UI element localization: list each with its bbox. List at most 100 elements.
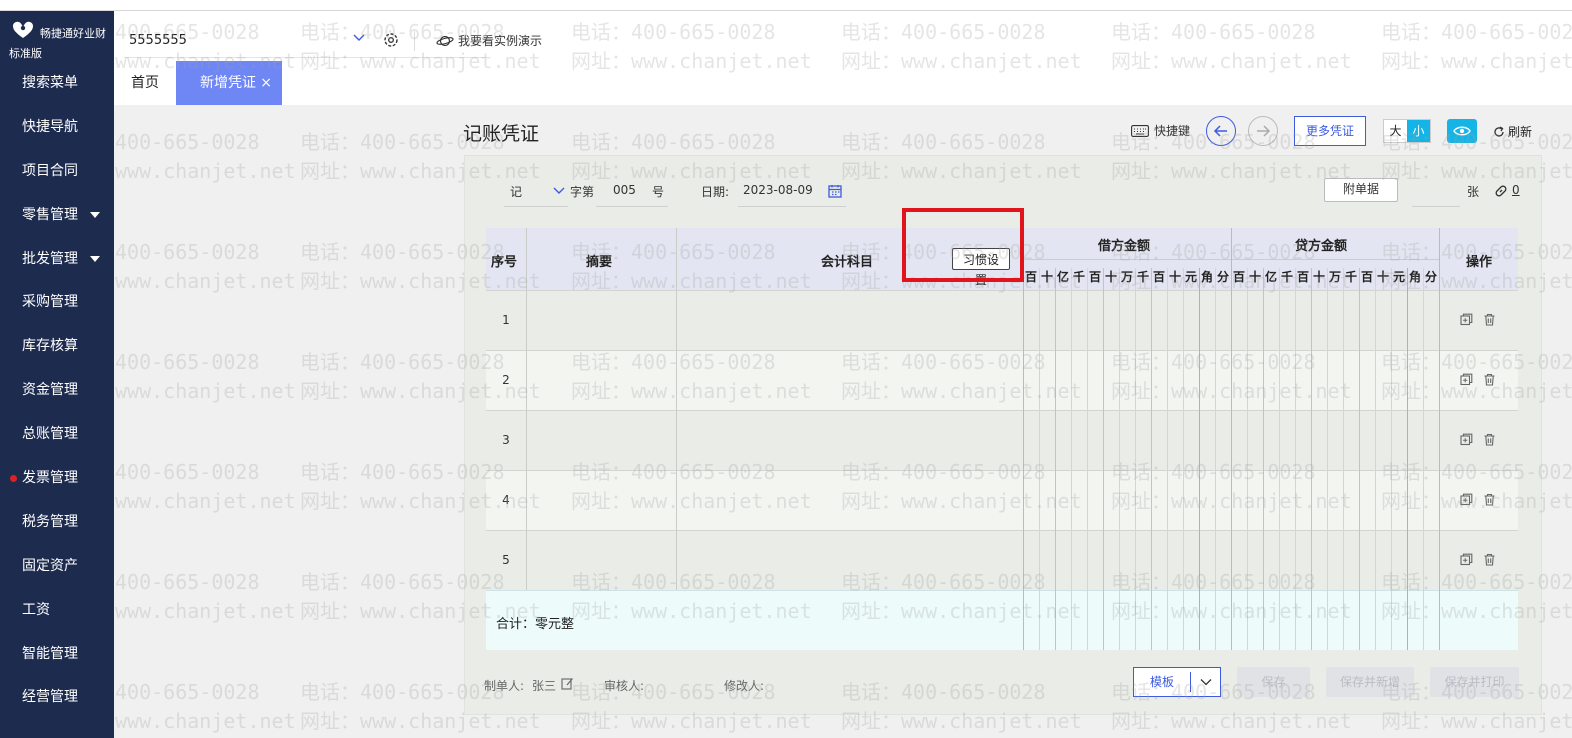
- demo-link[interactable]: 我要看实例演示: [436, 32, 542, 49]
- arrow-left-icon: [1213, 125, 1227, 137]
- row-actions: [1460, 373, 1496, 386]
- close-icon[interactable]: ×: [260, 61, 272, 105]
- table-row[interactable]: 2: [486, 350, 1518, 410]
- copy-icon[interactable]: [1460, 493, 1473, 506]
- sidebar-item[interactable]: 固定资产: [0, 544, 114, 588]
- demo-label: 我要看实例演示: [458, 34, 543, 48]
- attachment-button[interactable]: 附单据: [1324, 178, 1398, 202]
- planet-icon: [436, 35, 454, 46]
- digit-unit-label: 百: [1088, 270, 1101, 284]
- trash-icon[interactable]: [1483, 373, 1496, 386]
- save-and-print-button[interactable]: 保存并打印: [1430, 667, 1519, 697]
- account-name[interactable]: 5555555: [129, 33, 187, 48]
- link-icon[interactable]: [1494, 184, 1508, 198]
- sidebar-item[interactable]: 采购管理: [0, 280, 114, 324]
- sidebar-item[interactable]: 经营管理: [0, 675, 114, 719]
- chevron-down-icon[interactable]: [352, 30, 366, 44]
- voucher-table: 序号 摘要 会计科目 借方金额 贷方金额 操作 百十亿千百十万千百十元角分 百十…: [486, 228, 1518, 650]
- view-toggle-button[interactable]: [1447, 119, 1477, 143]
- digit-gridline: [1087, 268, 1088, 650]
- sidebar-item-label: 固定资产: [22, 557, 78, 574]
- refresh-button[interactable]: 刷新: [1493, 123, 1532, 140]
- size-toggle[interactable]: 大 小: [1383, 119, 1431, 143]
- digit-gridline: [1215, 268, 1216, 650]
- tab-home[interactable]: 首页: [114, 61, 176, 105]
- template-button[interactable]: 模板: [1133, 667, 1221, 697]
- calendar-icon[interactable]: [828, 184, 842, 198]
- digit-unit-label: 百: [1296, 270, 1309, 284]
- edit-icon[interactable]: [561, 677, 574, 690]
- row-actions: [1460, 553, 1496, 566]
- watermark-web: www.chanjet.net: [115, 709, 296, 733]
- col-summary-header: 摘要: [586, 255, 613, 270]
- watermark-phone: 400-665-0028: [115, 570, 260, 594]
- trash-icon[interactable]: [1483, 493, 1496, 506]
- prev-voucher-button[interactable]: [1206, 116, 1236, 146]
- sidebar-item[interactable]: 批发管理: [0, 237, 114, 281]
- digit-gridline: [1039, 268, 1040, 650]
- sidebar-item[interactable]: 发票管理: [0, 456, 114, 500]
- total-row: 合计：零元整: [486, 590, 1518, 650]
- trash-icon[interactable]: [1483, 313, 1496, 326]
- save-button[interactable]: 保存: [1237, 667, 1310, 697]
- sidebar-item[interactable]: 工资: [0, 588, 114, 632]
- sidebar-item-label: 采购管理: [22, 294, 78, 311]
- template-label: 模板: [1134, 672, 1191, 692]
- sidebar-item[interactable]: 总账管理: [0, 412, 114, 456]
- voucher-word-underline: [504, 206, 568, 207]
- table-row[interactable]: 1: [486, 290, 1518, 350]
- sidebar-item[interactable]: 税务管理: [0, 500, 114, 544]
- table-row[interactable]: 3: [486, 410, 1518, 470]
- date-input[interactable]: 2023-08-09: [743, 183, 813, 197]
- row-number: 1: [502, 313, 510, 327]
- sidebar-item[interactable]: 库存核算: [0, 324, 114, 368]
- shortcut-button[interactable]: 快捷键: [1131, 122, 1190, 139]
- sidebar-item[interactable]: 项目合同: [0, 149, 114, 193]
- sidebar-item-label: 资金管理: [22, 382, 78, 399]
- column-divider: [526, 228, 527, 590]
- digit-unit-label: 万: [1328, 270, 1341, 284]
- row-number: 3: [502, 433, 510, 447]
- sidebar-item-label: 总账管理: [22, 426, 78, 443]
- voucher-number-input[interactable]: 005: [613, 183, 636, 197]
- size-large-option[interactable]: 大: [1384, 120, 1407, 142]
- sidebar-item[interactable]: 零售管理: [0, 193, 114, 237]
- row-actions: [1460, 313, 1496, 326]
- trash-icon[interactable]: [1483, 553, 1496, 566]
- copy-icon[interactable]: [1460, 373, 1473, 386]
- copy-icon[interactable]: [1460, 313, 1473, 326]
- digit-gridline: [1103, 268, 1104, 650]
- chevron-down-icon[interactable]: [1200, 678, 1212, 686]
- trash-icon[interactable]: [1483, 433, 1496, 446]
- digit-unit-label: 百: [1360, 270, 1373, 284]
- more-vouchers-button[interactable]: 更多凭证: [1294, 116, 1366, 146]
- sidebar-item[interactable]: 资金管理: [0, 368, 114, 412]
- chevron-down-icon[interactable]: [553, 186, 565, 196]
- digit-unit-label: 万: [1120, 270, 1133, 284]
- app-logo[interactable]: 畅捷通好业财 标准版: [0, 11, 114, 61]
- account-underline: [124, 57, 486, 58]
- digit-unit-label: 百: [1024, 270, 1037, 284]
- save-and-new-button[interactable]: 保存并新增: [1326, 667, 1414, 697]
- copy-icon[interactable]: [1460, 553, 1473, 566]
- digit-unit-label: 亿: [1056, 270, 1069, 284]
- sidebar-item-label: 智能管理: [22, 645, 78, 662]
- gear-icon[interactable]: [382, 31, 400, 49]
- copy-icon[interactable]: [1460, 433, 1473, 446]
- tab-new-voucher[interactable]: 新增凭证 ×: [176, 61, 282, 105]
- tab-new-voucher-label: 新增凭证: [200, 75, 256, 91]
- sidebar-item-label: 搜索菜单: [22, 75, 78, 91]
- digit-unit-label: 千: [1344, 270, 1357, 284]
- sidebar-item[interactable]: 快捷导航: [0, 105, 114, 149]
- attach-count-link[interactable]: 0: [1512, 183, 1520, 197]
- next-voucher-button[interactable]: [1248, 116, 1278, 146]
- sidebar-item[interactable]: 搜索菜单: [0, 61, 114, 105]
- table-row[interactable]: 4: [486, 470, 1518, 530]
- size-small-option[interactable]: 小: [1407, 120, 1430, 142]
- voucher-word[interactable]: 记: [510, 183, 522, 200]
- maker-label: 制单人:: [484, 679, 525, 693]
- sidebar-item[interactable]: 智能管理: [0, 632, 114, 676]
- table-row[interactable]: 5: [486, 530, 1518, 590]
- sidebar-item-label: 税务管理: [22, 513, 78, 530]
- column-divider: [676, 228, 677, 590]
